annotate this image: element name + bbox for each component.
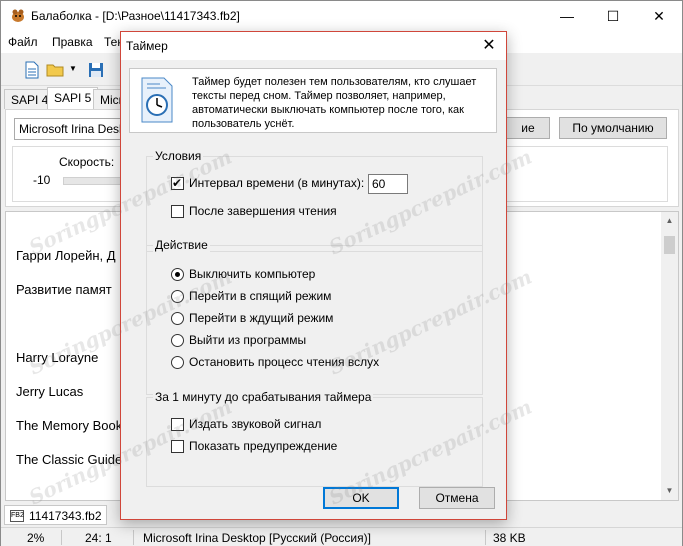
- app-icon: [12, 9, 24, 22]
- dialog-title-bar: Таймер ✕: [121, 32, 506, 60]
- doc-line: Развитие памят: [16, 282, 112, 297]
- sound-label: Издать звуковой сигнал: [189, 417, 322, 431]
- voice-select[interactable]: Microsoft Irina Deskto: [14, 118, 134, 140]
- doc-line: Jerry Lucas: [16, 384, 84, 399]
- chevron-down-icon[interactable]: ▼: [69, 64, 77, 73]
- timer-clock-icon: [141, 77, 173, 123]
- dialog-close-button[interactable]: ✕: [472, 32, 506, 60]
- speed-min-value: -10: [33, 173, 51, 187]
- action-radio[interactable]: [171, 312, 184, 325]
- action-title: Действие: [153, 238, 210, 252]
- save-icon[interactable]: [87, 61, 105, 79]
- after-reading-label: После завершения чтения: [189, 204, 337, 218]
- close-button[interactable]: ✕: [636, 1, 682, 31]
- action-group: Действие Выключить компьютер Перейти в с…: [146, 238, 483, 395]
- speed-label: Скорость:: [59, 155, 115, 169]
- action-option-label: Выйти из программы: [189, 333, 307, 347]
- scrollbar-thumb[interactable]: [664, 236, 675, 254]
- scroll-up-icon[interactable]: ▲: [661, 216, 678, 225]
- title-bar: Балаболка - [D:\Разное\11417343.fb2] — ☐…: [1, 1, 682, 31]
- dialog-body: Таймер будет полезен тем пользователям, …: [121, 60, 506, 519]
- scroll-down-icon[interactable]: ▼: [661, 486, 678, 495]
- action-option-label: Перейти в ждущий режим: [189, 311, 334, 325]
- action-radio[interactable]: [171, 334, 184, 347]
- show-warning-checkbox[interactable]: [171, 440, 184, 453]
- ok-button[interactable]: OK: [323, 487, 399, 509]
- interval-input[interactable]: 60: [368, 174, 408, 194]
- cancel-button[interactable]: Отмена: [419, 487, 495, 509]
- doc-tab-label: 11417343.fb2: [29, 509, 102, 523]
- tab-microsoft[interactable]: Micro: [93, 89, 123, 109]
- action-option-label: Перейти в спящий режим: [189, 289, 332, 303]
- status-divider: [133, 530, 134, 545]
- action-option-label: Выключить компьютер: [189, 267, 316, 281]
- warning-title: За 1 минуту до срабатывания таймера: [153, 390, 374, 404]
- tab-sapi5[interactable]: SAPI 5: [47, 87, 99, 109]
- action-radio[interactable]: [171, 268, 184, 281]
- status-position: 24: 1: [85, 531, 112, 545]
- minimize-button[interactable]: —: [544, 1, 590, 31]
- doc-line: The Memory Book: [16, 418, 123, 433]
- menu-edit[interactable]: Правка: [52, 35, 93, 49]
- open-folder-icon[interactable]: [46, 61, 64, 79]
- status-bar: 2% 24: 1 Microsoft Irina Desktop [Русски…: [1, 527, 682, 546]
- window-title: Балаболка - [D:\Разное\11417343.fb2]: [31, 9, 240, 23]
- info-panel: Таймер будет полезен тем пользователям, …: [129, 68, 497, 133]
- new-document-icon[interactable]: [23, 61, 41, 79]
- status-divider: [61, 530, 62, 545]
- voice-settings-button[interactable]: ие: [506, 117, 550, 139]
- status-percent: 2%: [27, 531, 45, 545]
- sound-checkbox[interactable]: [171, 418, 184, 431]
- info-text: Таймер будет полезен тем пользователям, …: [192, 76, 477, 130]
- doc-line: Гарри Лорейн, Д: [16, 248, 116, 263]
- doc-tab[interactable]: FB2 11417343.fb2: [4, 505, 107, 525]
- menu-file[interactable]: Файл: [8, 35, 38, 49]
- action-option-label: Остановить процесс чтения вслух: [189, 355, 380, 369]
- status-voice: Microsoft Irina Desktop [Русский (Россия…: [143, 531, 371, 545]
- status-size: 38 KB: [493, 531, 526, 545]
- after-reading-checkbox[interactable]: [171, 205, 184, 218]
- interval-checkbox[interactable]: [171, 176, 184, 190]
- maximize-button[interactable]: ☐: [590, 1, 636, 31]
- doc-line: The Classic Guide: [16, 452, 123, 467]
- interval-label: Интервал времени (в минутах):: [189, 176, 365, 190]
- dialog-title: Таймер: [126, 39, 168, 53]
- status-divider: [485, 530, 486, 545]
- warning-group: За 1 минуту до срабатывания таймера Изда…: [146, 390, 483, 487]
- doc-line: Harry Lorayne: [16, 350, 99, 365]
- conditions-title: Условия: [153, 149, 204, 163]
- show-warning-label: Показать предупреждение: [189, 439, 338, 453]
- action-radio[interactable]: [171, 290, 184, 303]
- timer-dialog: Таймер ✕ Таймер будет полезен тем пользо…: [120, 31, 507, 520]
- vertical-scrollbar[interactable]: ▲ ▼: [661, 212, 678, 500]
- fb2-file-icon: FB2: [10, 510, 24, 522]
- default-button[interactable]: По умолчанию: [559, 117, 667, 139]
- action-radio[interactable]: [171, 356, 184, 369]
